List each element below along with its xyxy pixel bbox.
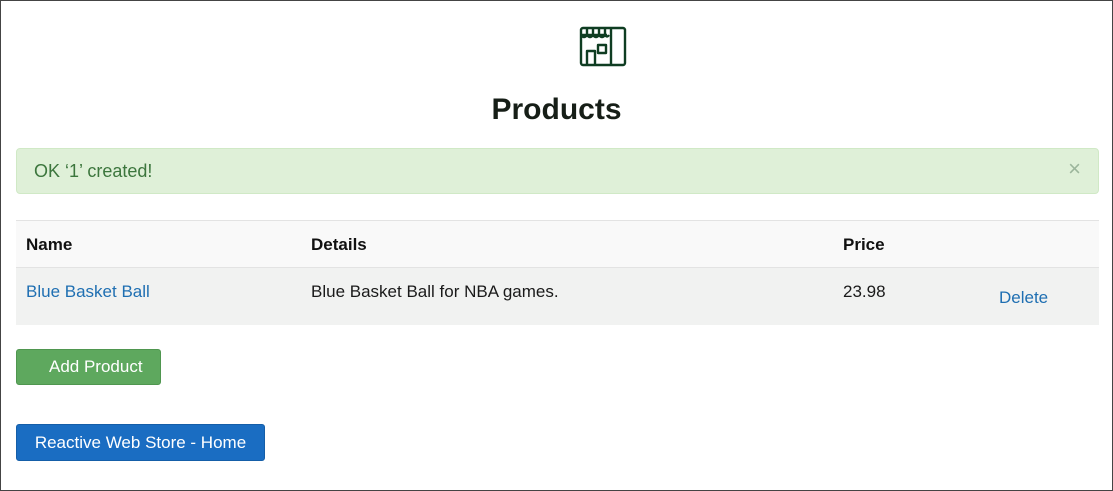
close-icon[interactable]: × — [1068, 158, 1081, 180]
column-header-name: Name — [26, 235, 73, 254]
page-title: Products — [491, 93, 622, 126]
column-header-details: Details — [311, 235, 367, 254]
page: Products OK ‘1’ created! × Name Details … — [0, 0, 1113, 491]
products-table: Name Details Price Blue Basket Ball Blue… — [16, 220, 1099, 325]
table-row: Blue Basket Ball Blue Basket Ball for NB… — [16, 268, 1099, 325]
table-header: Name Details Price — [16, 221, 1099, 268]
success-alert: OK ‘1’ created! × — [16, 148, 1099, 194]
add-product-button[interactable]: Add Product — [16, 349, 161, 385]
product-name-link[interactable]: Blue Basket Ball — [26, 282, 150, 302]
product-details: Blue Basket Ball for NBA games. — [311, 282, 559, 301]
column-header-price: Price — [843, 235, 885, 254]
home-button[interactable]: Reactive Web Store - Home — [16, 424, 265, 461]
alert-message: OK ‘1’ created! — [34, 161, 153, 181]
delete-link[interactable]: Delete — [999, 288, 1048, 308]
product-price: 23.98 — [843, 282, 886, 301]
store-icon — [579, 26, 627, 67]
